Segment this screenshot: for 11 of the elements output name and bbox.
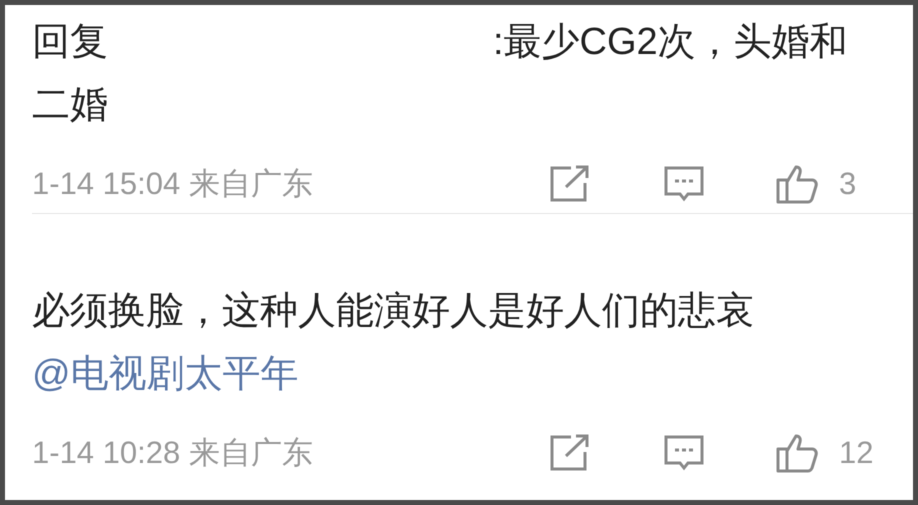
like-count: 12 <box>839 434 873 472</box>
like-count: 3 <box>839 164 858 203</box>
comment-text: 回复 :最少CG2次，头婚和二婚 <box>32 20 849 128</box>
share-icon[interactable] <box>549 434 591 472</box>
mention-link[interactable]: @电视剧太平年 <box>32 353 299 395</box>
comment-meta: 1-14 10:28 来自广东 <box>32 434 313 472</box>
share-icon[interactable] <box>549 165 591 203</box>
comment-meta: 1-14 15:04 来自广东 <box>32 164 313 203</box>
comment-text: 必须换脸，这种人能演好人是好人们的悲哀 @电视剧太平年 <box>32 289 755 397</box>
comment-icon[interactable] <box>663 434 705 472</box>
comment-icon[interactable] <box>663 165 705 203</box>
